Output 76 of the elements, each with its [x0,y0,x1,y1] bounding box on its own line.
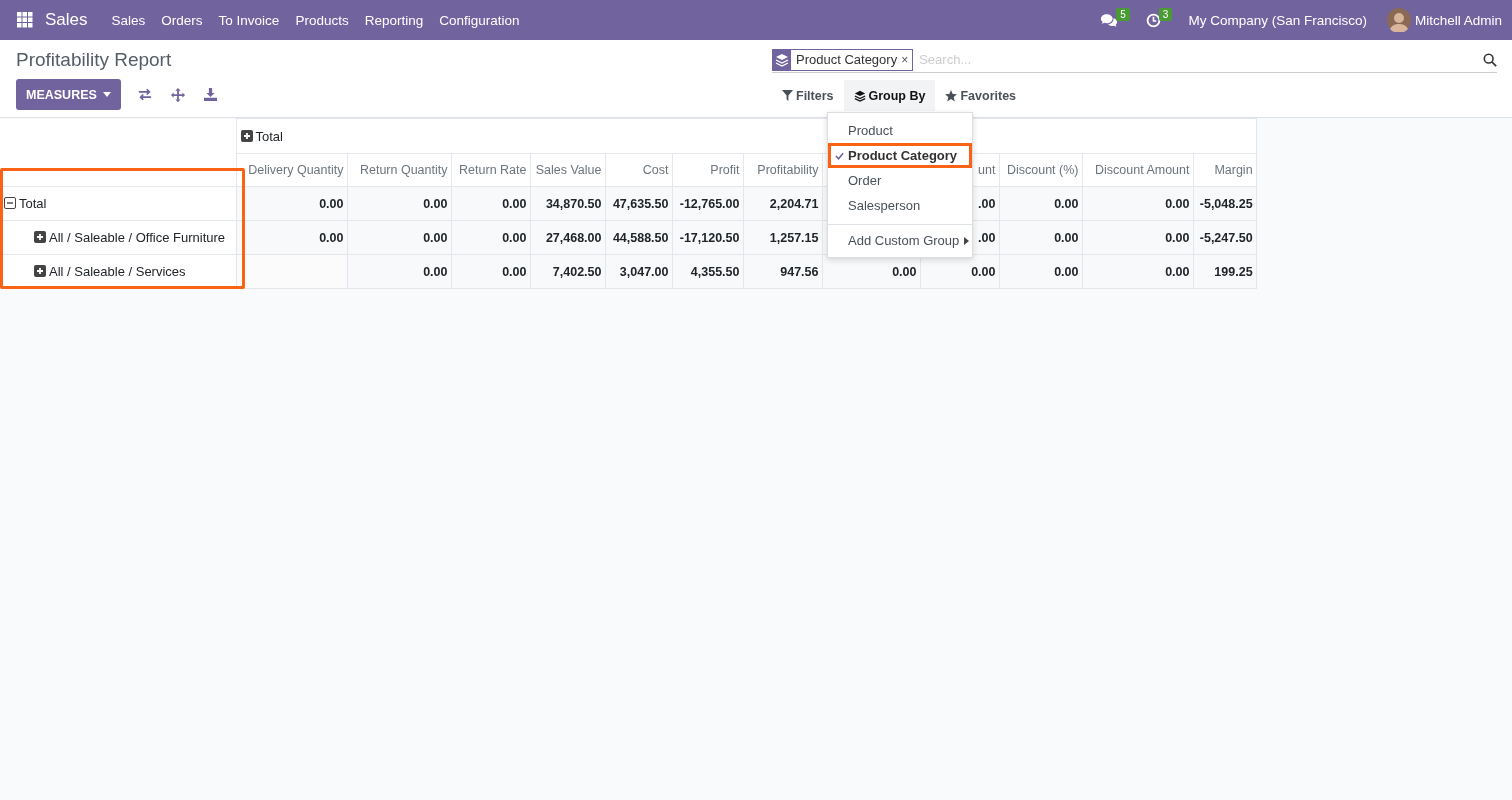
nav-menu-item[interactable]: Orders [161,12,203,28]
measure-header[interactable]: Margin [1193,153,1257,187]
filter-icon [782,90,793,101]
page-title: Profitability Report [16,49,173,71]
caret-right-icon [964,236,970,245]
search-panel-button[interactable]: Favorites [935,80,1027,111]
value-cell: 0.00 [451,220,530,255]
value-cell: 27,468.00 [530,220,605,255]
layers-icon [853,89,866,102]
avatar-icon[interactable] [1386,8,1411,32]
clock-icon[interactable] [1145,12,1161,28]
value-cell: 7,402.50 [530,254,605,289]
value-cell: 0.00 [1082,220,1193,255]
swap-arrows-icon[interactable] [137,88,152,101]
star-icon [945,89,958,102]
notification-badge: 3 [1158,7,1173,21]
value-cell: -17,120.50 [672,220,743,255]
measure-header[interactable]: Cost [605,153,672,187]
measure-header[interactable]: Profit [672,153,743,187]
search-icon[interactable] [1483,52,1497,67]
value-cell: 47,635.50 [605,186,672,221]
value-cell: 34,870.50 [530,186,605,221]
expand-icon [34,231,46,243]
value-cell: 0.00 [999,186,1082,221]
remove-facet-button[interactable]: × [901,52,913,67]
measure-header[interactable]: Sales Value [530,153,605,187]
row-header[interactable]: Total [0,186,236,221]
nav-menu-item[interactable]: Reporting [364,12,424,28]
value-cell: 0.00 [1082,186,1193,221]
download-icon[interactable] [203,88,217,101]
measure-header[interactable]: Delivery Quantity [236,153,347,187]
menu-item[interactable]: Product [828,118,972,143]
row-header[interactable]: All / Saleable / Office Furniture [0,220,236,255]
caret-icon [102,92,111,97]
value-cell: 0.00 [451,254,530,289]
measure-header[interactable]: Return Quantity [347,153,451,187]
expand-icon [240,129,253,142]
value-cell: 0.00 [347,254,451,289]
measure-header[interactable]: Profitability [743,153,822,187]
expand-icon [34,265,46,277]
value-cell: -5,247.50 [1193,220,1257,255]
chat-icon[interactable] [1100,12,1119,28]
nav-menu-item[interactable]: Configuration [439,12,520,28]
measure-header[interactable]: Return Rate [451,153,530,187]
value-cell: 2,204.71 [743,186,822,221]
value-cell: -12,765.00 [672,186,743,221]
search-panel-button[interactable]: Group By [843,80,936,111]
value-cell: 3,047.00 [605,254,672,289]
search-panel-button[interactable]: Filters [772,80,844,111]
value-cell: 0.00 [347,186,451,221]
apps-menu-icon[interactable] [17,12,33,28]
value-cell: 0.00 [1082,254,1193,289]
expand-arrows-icon[interactable] [170,87,185,102]
value-cell: 0.00 [999,220,1082,255]
user-menu[interactable]: Mitchell Admin [1414,12,1502,28]
value-cell: 0.00 [999,254,1082,289]
nav-menu-item[interactable]: To Invoice [218,12,280,28]
value-cell: 199.25 [1193,254,1257,289]
check-icon [835,151,844,160]
value-cell: 1,257.15 [743,220,822,255]
company-switcher[interactable]: My Company (San Francisco) [1188,12,1367,28]
app-name[interactable]: Sales [45,10,88,30]
value-cell: -5,048.25 [1193,186,1257,221]
facet-label: Product Category [795,52,899,67]
measures-button[interactable]: MEASURES [16,79,121,110]
measure-header[interactable]: Discount Amount [1082,153,1193,187]
value-cell: 44,588.50 [605,220,672,255]
value-cell: 4,355.50 [672,254,743,289]
value-cell: 0.00 [451,186,530,221]
nav-menu-item[interactable]: Sales [111,12,146,28]
nav-menu-item[interactable]: Products [295,12,349,28]
value-cell: 0.00 [347,220,451,255]
notification-badge: 5 [1116,7,1130,21]
value-cell: 947.56 [743,254,822,289]
collapse-icon [4,197,16,209]
measure-header[interactable]: Discount (%) [999,153,1082,187]
